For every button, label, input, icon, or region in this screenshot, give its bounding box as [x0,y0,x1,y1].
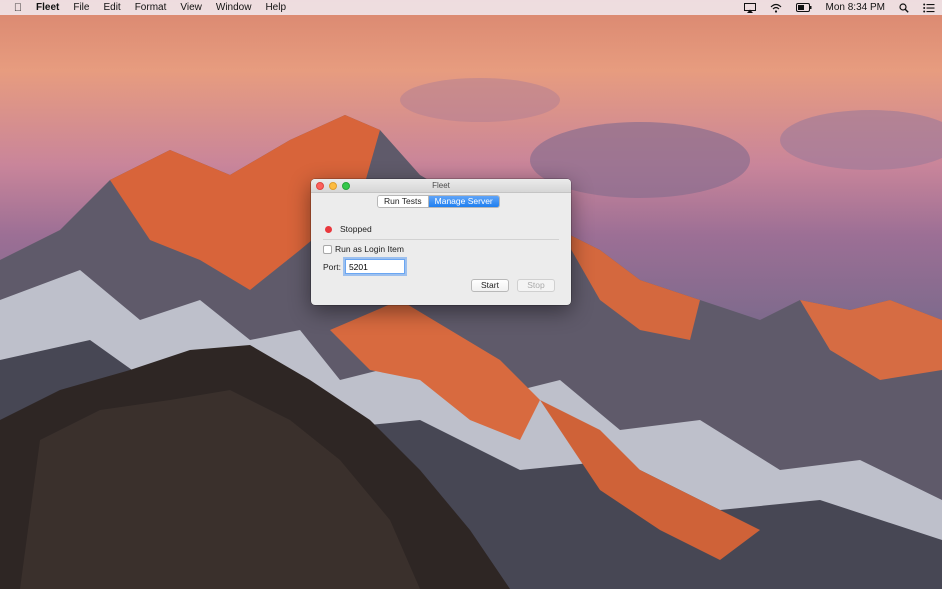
close-button[interactable] [316,182,324,190]
menubar-extras: Mon 8:34 PM [737,0,942,15]
fleet-window: Fleet Run Tests Manage Server Stopped Ru… [311,179,571,305]
window-controls [316,182,350,190]
menu-bar:  Fleet File Edit Format View Window Hel… [0,0,942,15]
list-icon[interactable] [916,0,942,15]
start-button[interactable]: Start [471,279,509,292]
menu-help[interactable]: Help [258,0,293,15]
login-item-row: Run as Login Item [323,244,404,254]
menu-format[interactable]: Format [128,0,174,15]
menu-edit[interactable]: Edit [96,0,127,15]
port-input[interactable] [344,259,405,274]
menu-window[interactable]: Window [209,0,259,15]
title-bar[interactable]: Fleet [311,179,571,193]
login-item-checkbox[interactable] [323,244,332,254]
airplay-icon[interactable] [737,0,763,15]
minimize-button[interactable] [329,182,337,190]
tab-segmented-control: Run Tests Manage Server [377,195,500,208]
zoom-button[interactable] [342,182,350,190]
tab-run-tests[interactable]: Run Tests [378,196,428,207]
window-title: Fleet [432,181,450,190]
stop-button[interactable]: Stop [517,279,555,292]
menu-file[interactable]: File [66,0,96,15]
server-status: Stopped [325,224,372,234]
status-label: Stopped [340,224,372,234]
search-icon[interactable] [892,0,916,15]
divider [323,239,559,240]
menu-view[interactable]: View [173,0,209,15]
tab-manage-server[interactable]: Manage Server [427,196,499,207]
port-label: Port: [323,261,341,272]
battery-icon[interactable] [789,0,819,15]
port-row: Port: [323,259,405,274]
wifi-icon[interactable] [763,0,789,15]
login-item-label[interactable]: Run as Login Item [335,244,404,254]
menu-app-name[interactable]: Fleet [36,0,66,15]
clock[interactable]: Mon 8:34 PM [819,0,892,15]
apple-icon[interactable]:  [0,2,36,14]
status-indicator-dot [325,225,332,233]
